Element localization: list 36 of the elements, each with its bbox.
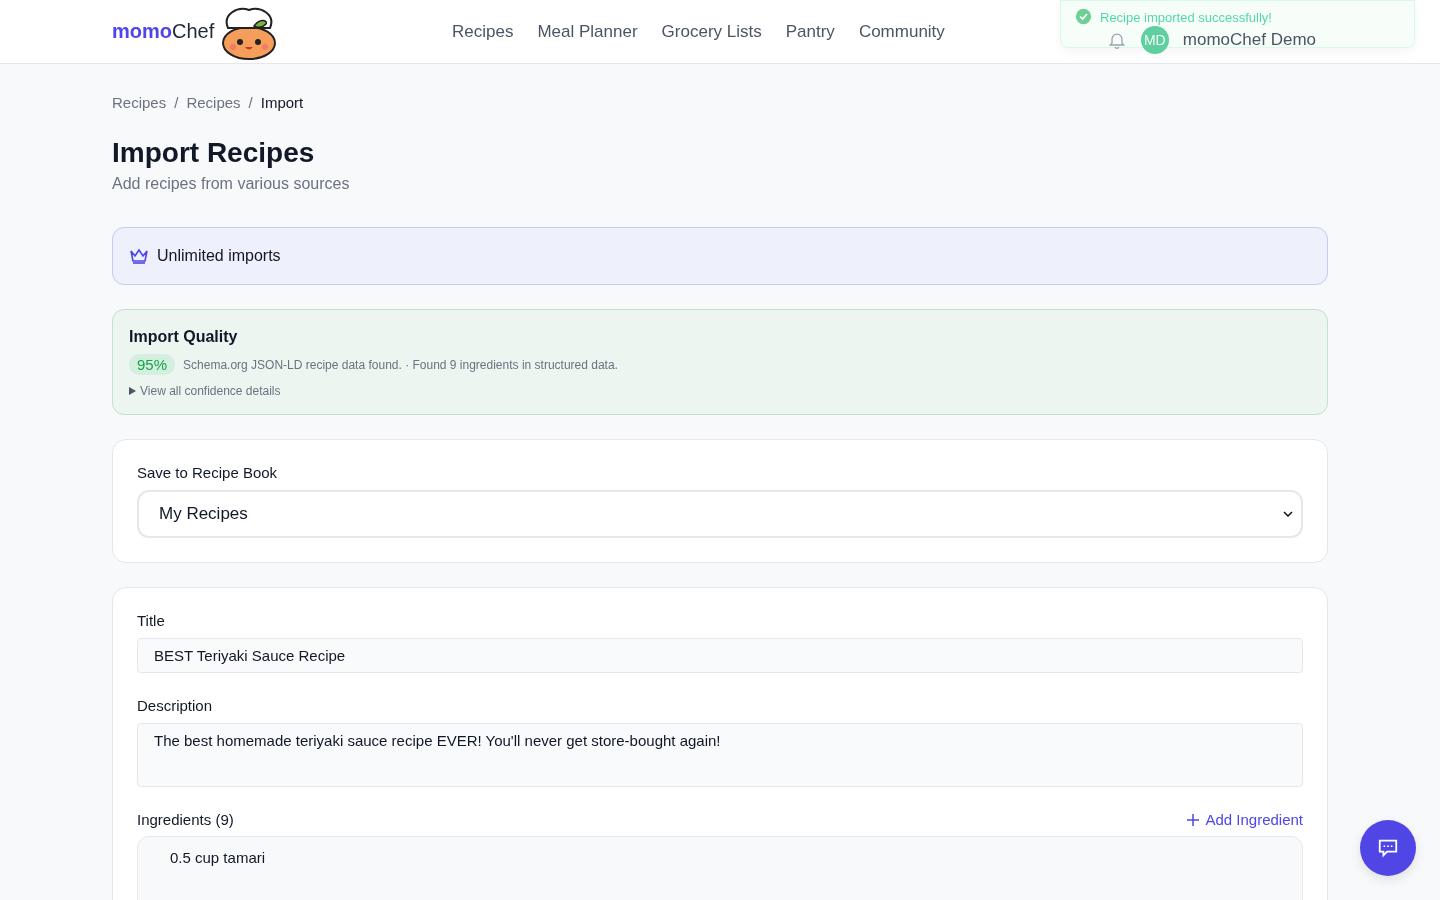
chat-button[interactable] [1360,820,1416,876]
breadcrumb-separator: / [174,94,179,111]
details-toggle[interactable]: View all confidence details [129,384,281,398]
field-label: Title [137,612,166,629]
nav-link[interactable]: Grocery Lists [661,21,762,42]
breadcrumb-link[interactable]: Import [260,94,304,111]
ingredient-row[interactable]: 0.5 cup tamari [137,836,1303,900]
crown-icon [129,247,149,265]
chat-icon [1377,837,1399,859]
field-label: Ingredients (9) [137,811,234,828]
page-title: Import Recipes [112,137,316,169]
chevron-down-icon [1283,511,1293,517]
banner-label: Unlimited imports [157,247,281,265]
triangle-icon [129,387,136,395]
nav-link[interactable]: Recipes [452,21,514,42]
description-field[interactable]: The best homemade teriyaki sauce recipe EVER! You'll never get store-bought again! [137,723,1303,787]
nav-link[interactable]: Community [858,21,945,42]
field-label: Description [137,697,214,714]
breadcrumb-link[interactable]: Recipes [112,94,167,111]
nav-link[interactable]: Pantry [785,21,835,42]
breadcrumb-separator: / [248,94,253,111]
user-name[interactable]: momoChef Demo [1182,31,1316,48]
check-circle-icon [1075,8,1092,25]
quality-score: 95% [129,354,176,375]
quality-title: Import Quality [129,328,239,346]
add-ingredient-button[interactable]: Add Ingredient [1187,811,1303,828]
breadcrumb-link[interactable]: Recipes [186,94,241,111]
toast-message: Recipe imported successfully! [1100,11,1272,24]
logo-text[interactable]: momoChef [112,20,215,43]
quality-summary: Schema.org JSON-LD recipe data found. · Found 9 ingredients in structured data. [183,357,618,372]
recipe-book-select[interactable]: My Recipes [137,490,1303,538]
field-label: Save to Recipe Book [137,464,279,481]
title-field[interactable]: BEST Teriyaki Sauce Recipe [137,638,1303,673]
page-subtitle: Add recipes from various sources [112,175,351,193]
plus-icon [1187,813,1200,826]
nav-link[interactable]: Meal Planner [537,21,638,42]
